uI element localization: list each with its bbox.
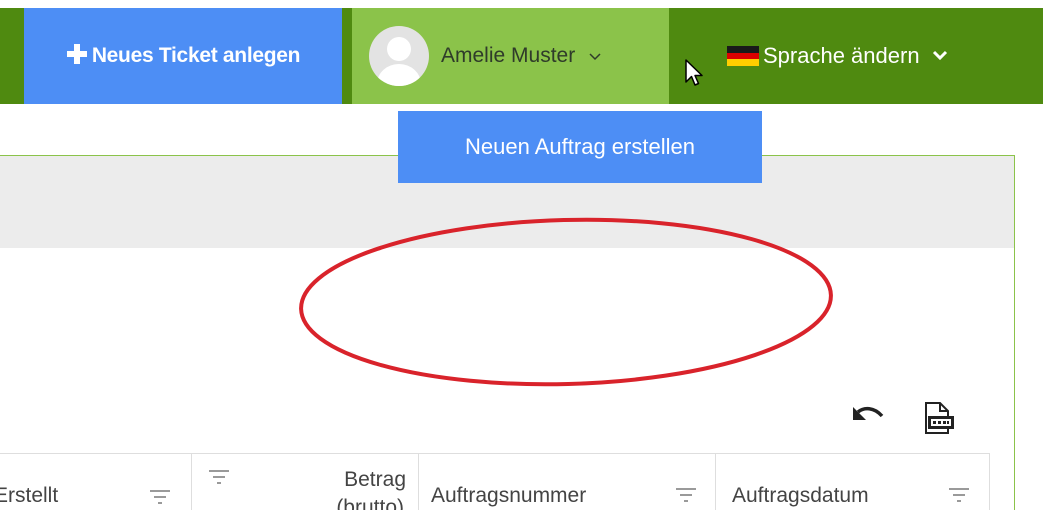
user-menu[interactable]: Amelie Muster [352, 8, 669, 104]
create-order-label: Neuen Auftrag erstellen [465, 134, 695, 159]
nav-separator [342, 8, 352, 104]
german-flag-icon [727, 46, 759, 66]
new-ticket-button[interactable]: Neues Ticket anlegen [24, 8, 342, 104]
undo-icon[interactable] [850, 404, 886, 433]
column-label: Auftragsnummer [431, 484, 587, 507]
chevron-down-icon [589, 48, 601, 64]
filter-icon[interactable] [208, 470, 230, 489]
column-header-erstellt[interactable]: Erstellt [0, 454, 192, 510]
user-name: Amelie Muster [441, 44, 576, 67]
new-ticket-label: Neues Ticket anlegen [91, 44, 301, 67]
avatar [369, 26, 429, 86]
table-header: Erstellt Betrag (brutto) Auftragsnummer … [0, 453, 990, 510]
column-label: Erstellt [0, 484, 59, 507]
column-header-auftragsdatum[interactable]: Auftragsdatum [716, 454, 990, 510]
column-header-auftragsnummer[interactable]: Auftragsnummer [419, 454, 716, 510]
xlsx-export-icon[interactable] [922, 401, 956, 440]
page: Neues Ticket anlegen Amelie Muster Sprac… [0, 0, 1043, 510]
column-sublabel: (brutto) [336, 496, 404, 510]
top-navigation-bar: Neues Ticket anlegen Amelie Muster Sprac… [0, 8, 1043, 104]
create-order-button[interactable]: Neuen Auftrag erstellen [398, 111, 762, 183]
column-label: Auftragsdatum [732, 484, 869, 507]
language-menu[interactable]: Sprache ändern [669, 8, 1043, 104]
filter-icon[interactable] [675, 488, 697, 507]
chevron-down-icon [932, 47, 948, 65]
nav-edge [0, 8, 24, 104]
column-header-betrag[interactable]: Betrag (brutto) [192, 454, 419, 510]
language-label: Sprache ändern [763, 43, 920, 68]
mouse-cursor-icon [684, 58, 704, 93]
filter-icon[interactable] [948, 488, 970, 507]
column-label: Betrag [344, 468, 406, 491]
plus-icon [66, 42, 88, 70]
filter-icon[interactable] [149, 490, 171, 509]
